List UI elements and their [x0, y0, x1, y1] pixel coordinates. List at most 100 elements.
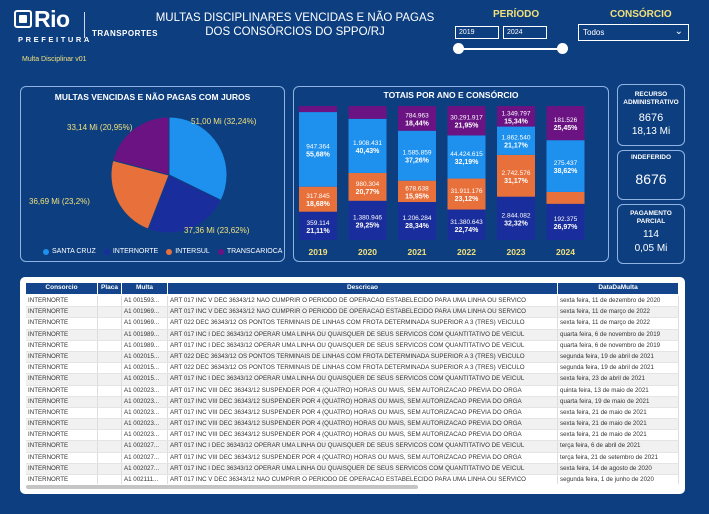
cell-data: terça feira, 6 de abril de 2021: [558, 441, 679, 452]
bar-percent-label: 21,17%: [504, 143, 529, 150]
kpi-title: PAGAMENTO PARCIAL: [630, 210, 672, 225]
cell-multa: A1 001989...: [122, 329, 168, 340]
cell-placa: [98, 396, 122, 407]
start-year-input[interactable]: 2019: [455, 26, 499, 39]
end-year-input[interactable]: 2024: [503, 26, 547, 39]
bar-segment-2020-transcarioca[interactable]: [348, 106, 387, 119]
consorcio-selected-value: Todos: [583, 28, 605, 37]
column-header-data[interactable]: DataDaMulta: [558, 283, 679, 294]
cell-data: segunda feira, 1 de junho de 2020: [558, 475, 679, 484]
legend-item-intersul[interactable]: INTERSUL: [166, 248, 210, 255]
cell-data: sexta feira, 11 de março de 2022: [558, 318, 679, 329]
bar-value-label: 1.862.540: [502, 135, 531, 142]
department-name: TRANSPORTES: [92, 29, 158, 38]
cell-descricao: ART 022 DEC 36343/12 OS PONTOS TERMINAIS…: [168, 363, 558, 374]
cell-multa: A1 002111...: [122, 475, 168, 484]
cell-data: sexta feira, 21 de maio de 2021: [558, 430, 679, 441]
legend-item-internorte[interactable]: INTERNORTE: [103, 248, 158, 255]
cell-placa: [98, 385, 122, 396]
table-row[interactable]: INTERNORTE A1 002023... ART 017 INC VIII D…: [26, 419, 679, 431]
table-row[interactable]: INTERNORTE A1 002023... ART 017 INC VIII D…: [26, 396, 679, 408]
bar-segment-2019-transcarioca[interactable]: [299, 106, 337, 113]
bar-value-label: 359.114: [306, 220, 329, 227]
consorcio-select[interactable]: Todos ⌄: [578, 24, 689, 41]
cell-multa: A1 002023...: [122, 430, 168, 441]
bar-value-label: 44.424.615: [450, 151, 483, 158]
city-emblem-icon: [14, 10, 32, 28]
bar-percent-label: 32,19%: [455, 159, 480, 166]
cell-consorcio: INTERNORTE: [26, 340, 98, 351]
table-row[interactable]: INTERNORTE A1 001989... ART 017 INC I DEC …: [26, 340, 679, 352]
cell-consorcio: INTERNORTE: [26, 463, 98, 474]
column-header-consorcio[interactable]: Consorcio: [26, 283, 98, 294]
year-axis-label: 2020: [358, 247, 377, 257]
bar-percent-label: 21,95%: [455, 123, 480, 130]
page-title: MULTAS DISCIPLINARES VENCIDAS E NÃO PAGA…: [155, 12, 435, 38]
brand-name: Rio: [34, 6, 70, 32]
bar-value-label: 784.963: [405, 112, 429, 119]
period-slider-start-handle[interactable]: [453, 43, 464, 54]
legend-item-transcarioca[interactable]: TRANSCARIOCA: [217, 248, 282, 255]
table-row[interactable]: INTERNORTE A1 001593... ART 017 INC V DEC …: [26, 296, 679, 308]
table-row[interactable]: INTERNORTE A1 001969... ART 022 DEC 36343/…: [26, 318, 679, 330]
table-row[interactable]: INTERNORTE A1 002023... ART 017 INC VIII D…: [26, 407, 679, 420]
cell-data: segunda feira, 19 de abril de 2021: [558, 351, 679, 363]
cell-descricao: ART 017 INC VIII DEC 36343/12 SUSPENDER …: [168, 452, 558, 463]
table-header: Consorcio Placa Multa Descricao DataDaMu…: [26, 283, 679, 294]
period-slider-end-handle[interactable]: [557, 43, 568, 54]
bar-value-label: 317.845: [306, 193, 330, 200]
cell-descricao: ART 017 INC VIII DEC 36343/12 SUSPENDER …: [168, 430, 558, 441]
period-slider-track[interactable]: [457, 48, 563, 50]
table-row[interactable]: INTERNORTE A1 002111... ART 017 INC V DEC …: [26, 475, 679, 484]
table-row[interactable]: INTERNORTE A1 002027... ART 017 INC VIII D…: [26, 452, 679, 464]
horizontal-scrollbar[interactable]: [26, 485, 418, 489]
cell-placa: [98, 441, 122, 452]
bar-segment-2024-intersul[interactable]: [546, 191, 585, 204]
bar-value-label: 678.638: [405, 185, 429, 192]
cell-data: sexta feira, 21 de maio de 2021: [558, 419, 679, 430]
table-row[interactable]: INTERNORTE A1 002027... ART 017 INC I DEC …: [26, 463, 679, 475]
table-row[interactable]: INTERNORTE A1 001989... ART 017 INC I DEC …: [26, 329, 679, 341]
cell-descricao: ART 017 INC VIII DEC 36343/12 SUSPENDER …: [168, 419, 558, 430]
table-row[interactable]: INTERNORTE A1 002015... ART 017 INC I DEC …: [26, 374, 679, 386]
year-axis-label: 2019: [309, 247, 328, 257]
bar-percent-label: 37,26%: [405, 158, 430, 165]
column-header-placa[interactable]: Placa: [98, 283, 122, 294]
pie-label-internorte: 37,36 Mi (23,62%): [184, 226, 250, 235]
year-axis-label: 2024: [556, 247, 575, 257]
table-row[interactable]: INTERNORTE A1 002027... ART 017 INC I DEC …: [26, 441, 679, 453]
cell-data: quarta feira, 19 de maio de 2021: [558, 396, 679, 407]
column-header-multa[interactable]: Multa: [122, 283, 168, 294]
cell-multa: A1 002023...: [122, 407, 168, 419]
cell-consorcio: INTERNORTE: [26, 385, 98, 396]
stacked-bar-card: TOTAIS POR ANO E CONSÓRCIO 359.114 21,11%…: [293, 86, 609, 262]
bar-value-label: 2.742.576: [502, 170, 531, 177]
cell-descricao: ART 017 INC V DEC 36343/12 NAO CUMPRIR O…: [168, 475, 558, 484]
cell-multa: A1 001969...: [122, 307, 168, 318]
column-header-descricao[interactable]: Descricao: [168, 283, 558, 294]
table-body[interactable]: INTERNORTE A1 001593... ART 017 INC V DEC …: [26, 296, 679, 484]
pie-label-intersul: 36,69 Mi (23,2%): [29, 197, 90, 206]
table-row[interactable]: INTERNORTE A1 002015... ART 022 DEC 36343/…: [26, 351, 679, 364]
table-row[interactable]: INTERNORTE A1 002023... ART 017 INC VIII D…: [26, 430, 679, 442]
table-row[interactable]: INTERNORTE A1 002023... ART 017 INC VIII D…: [26, 385, 679, 397]
cell-descricao: ART 017 INC I DEC 36343/12 OPERAR UMA LI…: [168, 441, 558, 452]
cell-descricao: ART 017 INC VIII DEC 36343/12 SUSPENDER …: [168, 407, 558, 419]
kpi-count: 114: [643, 229, 659, 240]
year-axis-label: 2021: [408, 247, 427, 257]
cell-placa: [98, 307, 122, 318]
table-row[interactable]: INTERNORTE A1 001969... ART 017 INC V DEC …: [26, 307, 679, 319]
cell-multa: A1 002015...: [122, 351, 168, 363]
cell-data: quarta feira, 6 de novembro de 2019: [558, 329, 679, 340]
cell-consorcio: INTERNORTE: [26, 318, 98, 329]
pie-chart-card: MULTAS VENCIDAS E NÃO PAGAS COM JUROS 51…: [20, 86, 285, 262]
cell-placa: [98, 419, 122, 430]
chevron-down-icon: ⌄: [674, 26, 683, 37]
bar-percent-label: 15,95%: [405, 193, 430, 200]
cell-descricao: ART 017 INC V DEC 36343/12 NAO CUMPRIR O…: [168, 307, 558, 318]
table-row[interactable]: INTERNORTE A1 002015... ART 022 DEC 36343/…: [26, 363, 679, 375]
bar-value-label: 30.291.917: [450, 115, 483, 122]
cell-placa: [98, 407, 122, 419]
bar-percent-label: 25,45%: [554, 125, 579, 132]
legend-item-santa-cruz[interactable]: SANTA CRUZ: [43, 248, 96, 255]
